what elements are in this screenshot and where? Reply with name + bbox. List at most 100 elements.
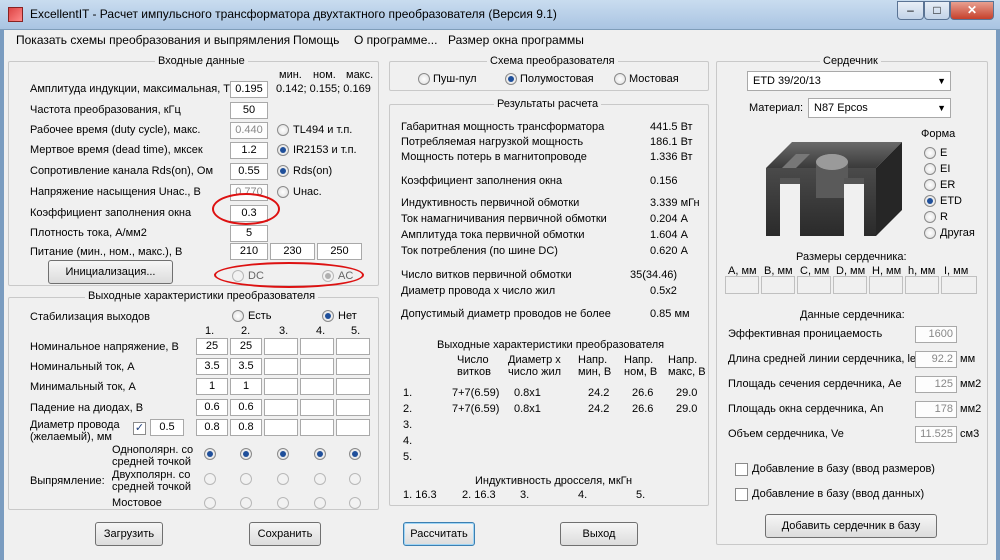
rect-br-3[interactable] — [277, 497, 289, 509]
exit-button[interactable]: Выход — [560, 522, 638, 546]
min-current-3[interactable] — [264, 378, 298, 395]
nom-voltage-3[interactable] — [264, 338, 298, 355]
nom-current-4[interactable] — [300, 358, 334, 375]
save-button[interactable]: Сохранить — [249, 522, 321, 546]
add-core-button[interactable]: Добавить сердечник в базу — [765, 514, 937, 538]
minimize-button[interactable]: – — [897, 1, 924, 20]
nom-voltage-5[interactable] — [336, 338, 370, 355]
menu-window-size[interactable]: Размер окна программы — [448, 33, 584, 47]
nom-voltage-1[interactable]: 25 — [196, 338, 228, 355]
radio-tl494[interactable] — [277, 124, 289, 136]
nom-current-1[interactable]: 3.5 — [196, 358, 228, 375]
radio-push-pull[interactable] — [418, 73, 430, 85]
current-density-input[interactable]: 5 — [230, 225, 268, 242]
rect-bi-4[interactable] — [314, 473, 326, 485]
ve-value[interactable]: 11.525 — [915, 426, 957, 443]
results-title: Результаты расчета — [494, 98, 602, 110]
rect-uni-4[interactable] — [314, 448, 326, 460]
min-current-1[interactable]: 1 — [196, 378, 228, 395]
radio-shape-e[interactable] — [924, 147, 936, 159]
rect-uni-1[interactable] — [204, 448, 216, 460]
permeability-value[interactable]: 1600 — [915, 326, 957, 343]
diode-drop-1[interactable]: 0.6 — [196, 399, 228, 416]
material-select[interactable]: N87 Epcos ▼ — [808, 98, 951, 118]
radio-ir2153[interactable] — [277, 144, 289, 156]
rect-br-4[interactable] — [314, 497, 326, 509]
diode-drop-2[interactable]: 0.6 — [230, 399, 262, 416]
dim-hh-input[interactable] — [905, 276, 939, 294]
ae-value[interactable]: 125 — [915, 376, 957, 393]
maximize-button[interactable]: □ — [924, 1, 950, 20]
rect-br-2[interactable] — [240, 497, 252, 509]
supply-nom-input[interactable]: 230 — [270, 243, 315, 260]
rect-br-5[interactable] — [349, 497, 361, 509]
frequency-input[interactable]: 50 — [230, 102, 268, 119]
min-current-4[interactable] — [300, 378, 334, 395]
menu-help[interactable]: Помощь — [293, 33, 339, 47]
induction-input[interactable]: 0.195 — [230, 81, 268, 98]
min-current-2[interactable]: 1 — [230, 378, 262, 395]
current-density-label: Плотность тока, А/мм2 — [30, 227, 147, 239]
duty-cycle-input[interactable]: 0.440 — [230, 122, 268, 139]
dim-i-input[interactable] — [941, 276, 977, 294]
radio-shape-etd[interactable] — [924, 195, 936, 207]
add-dims-checkbox[interactable] — [735, 463, 748, 476]
min-current-5[interactable] — [336, 378, 370, 395]
nom-voltage-2[interactable]: 25 — [230, 338, 262, 355]
rect-bi-2[interactable] — [240, 473, 252, 485]
rect-bi-3[interactable] — [277, 473, 289, 485]
rect-bi-5[interactable] — [349, 473, 361, 485]
add-data-checkbox[interactable] — [735, 488, 748, 501]
calculate-button[interactable]: Рассчитать — [403, 522, 475, 546]
dim-d-input[interactable] — [833, 276, 867, 294]
rds-input[interactable]: 0.55 — [230, 163, 268, 180]
radio-half-bridge[interactable] — [505, 73, 517, 85]
wire-dia-5[interactable] — [336, 419, 370, 436]
core-select[interactable]: ETD 39/20/13 ▼ — [747, 71, 951, 91]
radio-usat[interactable] — [277, 186, 289, 198]
radio-full-bridge[interactable] — [614, 73, 626, 85]
frequency-label: Частота преобразования, кГц — [30, 104, 181, 116]
dead-time-input[interactable]: 1.2 — [230, 142, 268, 159]
radio-shape-er[interactable] — [924, 179, 936, 191]
dim-a-input[interactable] — [725, 276, 759, 294]
rect-uni-3[interactable] — [277, 448, 289, 460]
nom-current-2[interactable]: 3.5 — [230, 358, 262, 375]
nom-current-5[interactable] — [336, 358, 370, 375]
nom-current-3[interactable] — [264, 358, 298, 375]
rect-bi-1[interactable] — [204, 473, 216, 485]
chevron-down-icon: ▼ — [937, 76, 946, 86]
diode-drop-4[interactable] — [300, 399, 334, 416]
supply-min-input[interactable]: 210 — [230, 243, 268, 260]
close-button[interactable]: ✕ — [950, 1, 994, 20]
wire-dia-4[interactable] — [300, 419, 334, 436]
wire-dia-2[interactable]: 0.8 — [230, 419, 262, 436]
an-value[interactable]: 178 — [915, 401, 957, 418]
radio-shape-ei[interactable] — [924, 163, 936, 175]
wire-dia-3[interactable] — [264, 419, 298, 436]
init-button[interactable]: Инициализация... — [48, 260, 173, 284]
supply-max-input[interactable]: 250 — [317, 243, 362, 260]
load-button[interactable]: Загрузить — [95, 522, 163, 546]
radio-shape-other[interactable] — [924, 227, 936, 239]
dim-h-input[interactable] — [869, 276, 903, 294]
rect-uni-5[interactable] — [349, 448, 361, 460]
wire-dia-checkbox[interactable]: ✓ — [133, 422, 146, 435]
radio-stab-yes[interactable] — [232, 310, 244, 322]
menu-show-schemes[interactable]: Показать схемы преобразования и выпрямле… — [16, 33, 290, 47]
radio-shape-r[interactable] — [924, 211, 936, 223]
dim-b-input[interactable] — [761, 276, 795, 294]
diode-drop-3[interactable] — [264, 399, 298, 416]
diode-drop-5[interactable] — [336, 399, 370, 416]
nom-voltage-4[interactable] — [300, 338, 334, 355]
rect-br-1[interactable] — [204, 497, 216, 509]
rect-uni-2[interactable] — [240, 448, 252, 460]
wire-dia-primary-input[interactable]: 0.5 — [150, 419, 184, 436]
radio-rds[interactable] — [277, 165, 289, 177]
radio-stab-no[interactable] — [322, 310, 334, 322]
menu-about[interactable]: О программе... — [354, 33, 437, 47]
scheme-title: Схема преобразователя — [487, 55, 618, 67]
le-value[interactable]: 92.2 — [915, 351, 957, 368]
dim-c-input[interactable] — [797, 276, 831, 294]
wire-dia-1[interactable]: 0.8 — [196, 419, 228, 436]
